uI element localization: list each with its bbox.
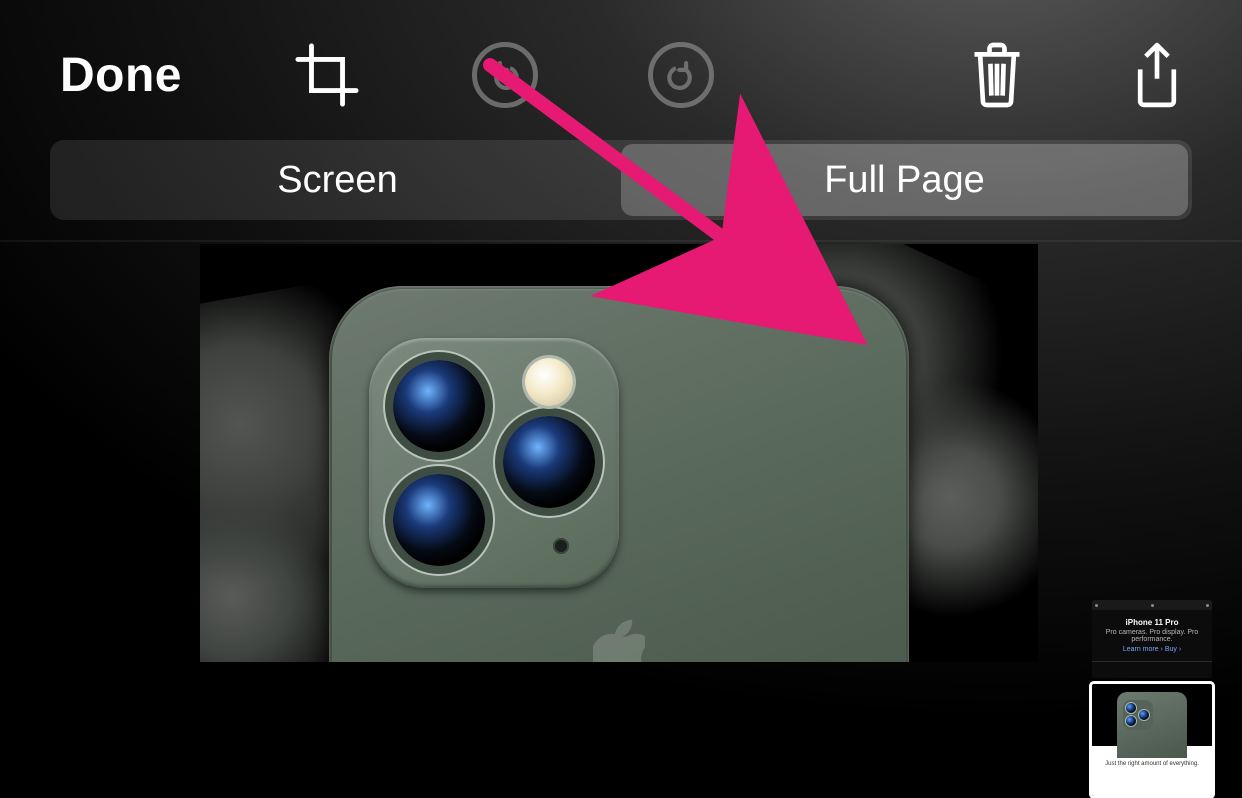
undo-icon[interactable] [472, 42, 538, 108]
done-button[interactable]: Done [60, 48, 182, 103]
camera-lens [393, 360, 485, 452]
camera-lens [503, 416, 595, 508]
thumb-links: Learn more › Buy › [1092, 646, 1212, 653]
thumb-title: iPhone 11 Pro [1092, 618, 1212, 627]
toolbar-center-icons [292, 40, 962, 110]
page-thumbnail-active[interactable]: iPhone 11 Just the right amount of every… [1092, 684, 1212, 796]
page-thumbnail[interactable]: iPhone 11 Pro Pro cameras. Pro display. … [1092, 600, 1212, 678]
camera-module [369, 338, 619, 588]
camera-lens [393, 474, 485, 566]
crop-icon[interactable] [292, 40, 362, 110]
trash-icon[interactable] [962, 40, 1032, 110]
camera-mic [553, 538, 569, 554]
screenshot-preview[interactable] [200, 244, 1038, 662]
editor-content-area [0, 242, 1242, 662]
redo-icon[interactable] [648, 42, 714, 108]
tab-full-page[interactable]: Full Page [621, 144, 1188, 216]
share-icon[interactable] [1122, 40, 1192, 110]
page-thumbnail-strip: iPhone 11 Pro Pro cameras. Pro display. … [1092, 600, 1212, 796]
apple-logo-icon [593, 619, 645, 662]
camera-flash [525, 358, 573, 406]
toolbar-right-icons [962, 40, 1192, 110]
thumb-subtitle: Pro cameras. Pro display. Pro performanc… [1092, 629, 1212, 643]
screenshot-editor-toolbar: Done [0, 0, 1242, 140]
tab-screen[interactable]: Screen [54, 144, 621, 216]
thumb-subtitle: Just the right amount of everything. [1094, 761, 1210, 767]
screenshot-mode-segmented-control: Screen Full Page [50, 140, 1192, 220]
phone-illustration [329, 286, 909, 662]
